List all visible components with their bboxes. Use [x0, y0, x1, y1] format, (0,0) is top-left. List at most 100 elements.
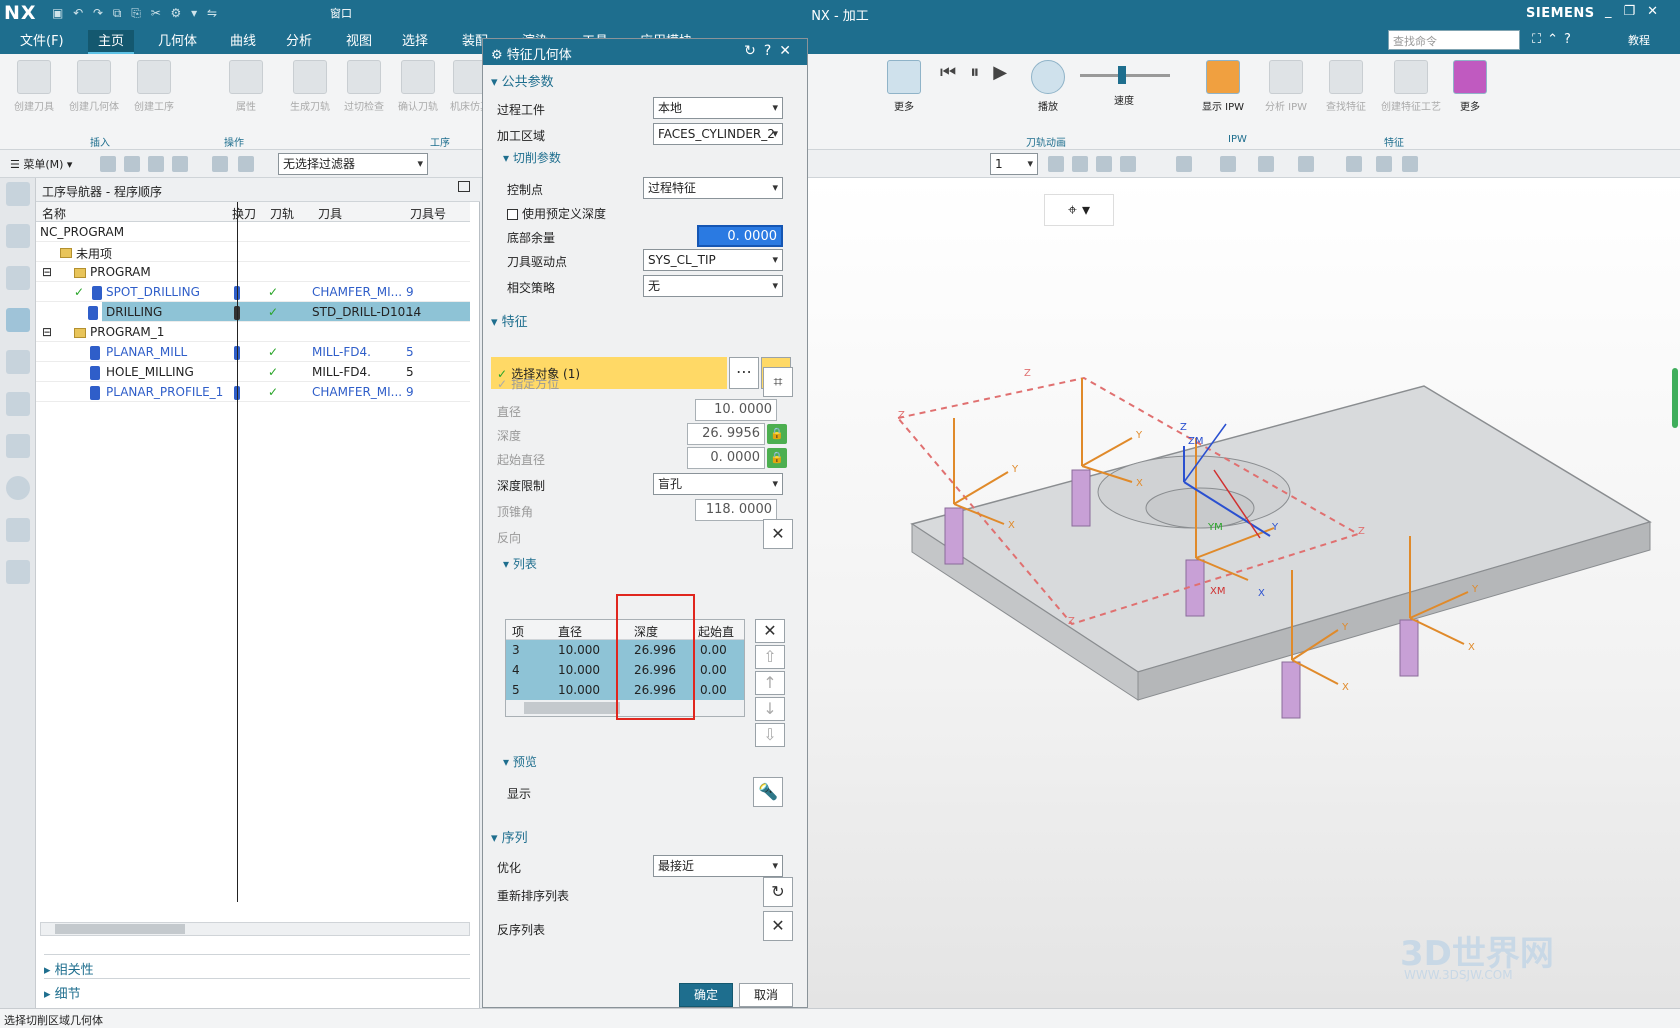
render-style-icon[interactable]: [1220, 156, 1236, 172]
analyze-ipw-button[interactable]: 分析 IPW: [1256, 56, 1316, 113]
menu-geometry[interactable]: 几何体: [148, 30, 207, 54]
col-toolchange[interactable]: 换刀: [232, 205, 256, 222]
ok-button[interactable]: 确定: [679, 983, 733, 1007]
find-feature-button[interactable]: 查找特征: [1316, 56, 1376, 113]
col-name[interactable]: 名称: [42, 205, 66, 222]
create-tool-button[interactable]: 创建刀具: [4, 56, 64, 113]
table-row-selected[interactable]: DRILLING ✓ STD_DRILL-D10... 14: [88, 302, 470, 322]
operation-nav-icon[interactable]: [6, 308, 30, 332]
move-down-button[interactable]: ↓: [755, 697, 785, 721]
dialog-title-buttons[interactable]: ↻?✕: [744, 43, 799, 59]
show-hide-icon[interactable]: [1376, 156, 1392, 172]
csys-icon[interactable]: ⌗: [763, 367, 793, 397]
menu-curve[interactable]: 曲线: [220, 30, 266, 54]
reverse-direction-button[interactable]: ✕: [763, 519, 793, 549]
move-bottom-button[interactable]: ⇩: [755, 723, 785, 747]
section-preview[interactable]: ▾ 预览: [503, 753, 811, 770]
table-row[interactable]: PLANAR_MILL ✓ MILL-FD4. 5: [36, 342, 470, 362]
view-orient-icon[interactable]: [1048, 156, 1064, 172]
generate-path-button[interactable]: 生成刀轨: [280, 56, 340, 113]
move-top-button[interactable]: ⇧: [755, 645, 785, 669]
hide-icon[interactable]: [1402, 156, 1418, 172]
collapse-icon[interactable]: ⊟: [42, 265, 52, 279]
menu-dropdown[interactable]: ☰ 菜单(M) ▾: [10, 156, 72, 172]
part-nav-icon[interactable]: [6, 266, 30, 290]
settings-icon[interactable]: [6, 182, 30, 206]
help-icon[interactable]: ?: [764, 43, 779, 59]
command-search-input[interactable]: 查找命令: [1388, 30, 1520, 50]
close-icon[interactable]: ✕: [779, 43, 799, 59]
gouge-check-button[interactable]: 过切检查: [334, 56, 394, 113]
feature-nav-icon[interactable]: [6, 392, 30, 416]
menu-analysis[interactable]: 分析: [276, 30, 322, 54]
collapse-icon[interactable]: ⊟: [42, 325, 52, 339]
move-up-button[interactable]: ↑: [755, 671, 785, 695]
filter-a-icon[interactable]: [212, 156, 228, 172]
reorder-icon[interactable]: ↻: [763, 877, 793, 907]
filter-b-icon[interactable]: [238, 156, 254, 172]
create-geometry-button[interactable]: 创建几何体: [64, 56, 124, 113]
table-row[interactable]: ⊟ PROGRAM_1: [36, 322, 470, 342]
program-order-view-icon[interactable]: [100, 156, 116, 172]
select-dialog-button[interactable]: ⋯: [729, 357, 759, 389]
layer-select[interactable]: 1: [990, 153, 1038, 175]
create-feature-process-button[interactable]: 创建特征工艺: [1376, 56, 1446, 113]
bottom-stock-input[interactable]: 0. 0000: [697, 225, 783, 247]
section-feature[interactable]: ▾ 特征: [491, 311, 799, 330]
table-row[interactable]: NC_PROGRAM: [36, 222, 470, 242]
flashlight-icon[interactable]: 🔦: [753, 777, 783, 807]
background-icon[interactable]: [1258, 156, 1274, 172]
roles-icon[interactable]: [6, 560, 30, 584]
mcs-icon[interactable]: [1346, 156, 1362, 172]
section-icon[interactable]: [1298, 156, 1314, 172]
start-diameter-input[interactable]: 0. 0000: [687, 447, 765, 469]
selection-filter-select[interactable]: 无选择过滤器: [278, 153, 428, 175]
zoom-icon[interactable]: [1096, 156, 1112, 172]
tutorial-link[interactable]: 教程: [1628, 32, 1650, 48]
menu-file[interactable]: 文件(F): [10, 30, 74, 54]
depth-input[interactable]: 26. 9956: [687, 423, 765, 445]
col-tool-number[interactable]: 刀具号: [410, 205, 446, 222]
play-button[interactable]: 播放: [1022, 56, 1074, 113]
maximize-icon[interactable]: [458, 181, 470, 192]
table-row[interactable]: ⊟ PROGRAM: [36, 262, 470, 282]
specify-orientation[interactable]: ✓ 指定方位: [497, 375, 559, 392]
checkbox-box[interactable]: [507, 209, 518, 220]
scrollbar-thumb[interactable]: [55, 924, 185, 934]
rotate-icon[interactable]: [1120, 156, 1136, 172]
more-button[interactable]: 更多: [874, 56, 934, 113]
machine-tool-view-icon[interactable]: [124, 156, 140, 172]
help-icons[interactable]: ⛶⌃?: [1532, 32, 1577, 47]
reverse-list-icon[interactable]: ✕: [763, 911, 793, 941]
dependencies-panel[interactable]: ▸ 相关性: [44, 954, 470, 978]
section-list[interactable]: ▾ 列表: [503, 555, 811, 572]
section-cut-params[interactable]: ▾ 切削参数: [503, 149, 811, 166]
table-row[interactable]: 未用项: [36, 242, 470, 262]
shade-icon[interactable]: [1176, 156, 1192, 172]
section-common[interactable]: ▾ 公共参数: [491, 71, 799, 90]
vertical-indicator[interactable]: [1672, 368, 1678, 428]
tip-angle-input[interactable]: 118. 0000: [695, 499, 777, 521]
section-sequence[interactable]: ▾ 序列: [491, 827, 799, 846]
list-scrollbar-thumb[interactable]: [524, 702, 620, 714]
col-path[interactable]: 刀轨: [270, 205, 294, 222]
table-row[interactable]: PLANAR_PROFILE_1 ✓ CHAMFER_MI... 9: [36, 382, 470, 402]
fit-icon[interactable]: [1072, 156, 1088, 172]
playback-controls[interactable]: ⏮⏸▶: [940, 62, 1021, 83]
show-ipw-button[interactable]: 显示 IPW: [1190, 56, 1256, 113]
control-point-select[interactable]: 过程特征: [643, 177, 783, 199]
graphics-window[interactable]: ⌖ ▾ Z Z Z Z Y Y Y Y X X X X ZM YM XM Y X…: [808, 178, 1680, 1008]
remove-item-button[interactable]: ✕: [755, 619, 785, 643]
menu-home[interactable]: 主页: [88, 30, 135, 54]
machining-area-select[interactable]: FACES_CYLINDER_2: [653, 123, 783, 145]
reset-icon[interactable]: ↻: [744, 43, 764, 59]
properties-button[interactable]: 属性: [216, 56, 276, 113]
lock-icon[interactable]: 🔒: [767, 424, 787, 444]
horizontal-scrollbar[interactable]: [40, 922, 470, 936]
optimize-select[interactable]: 最接近: [653, 855, 783, 877]
use-predefined-depth-checkbox[interactable]: 使用预定义深度: [507, 205, 606, 222]
lock-icon[interactable]: 🔒: [767, 448, 787, 468]
more-feature-button[interactable]: 更多: [1440, 56, 1500, 113]
history-icon[interactable]: [6, 476, 30, 500]
geometry-view-icon[interactable]: [148, 156, 164, 172]
